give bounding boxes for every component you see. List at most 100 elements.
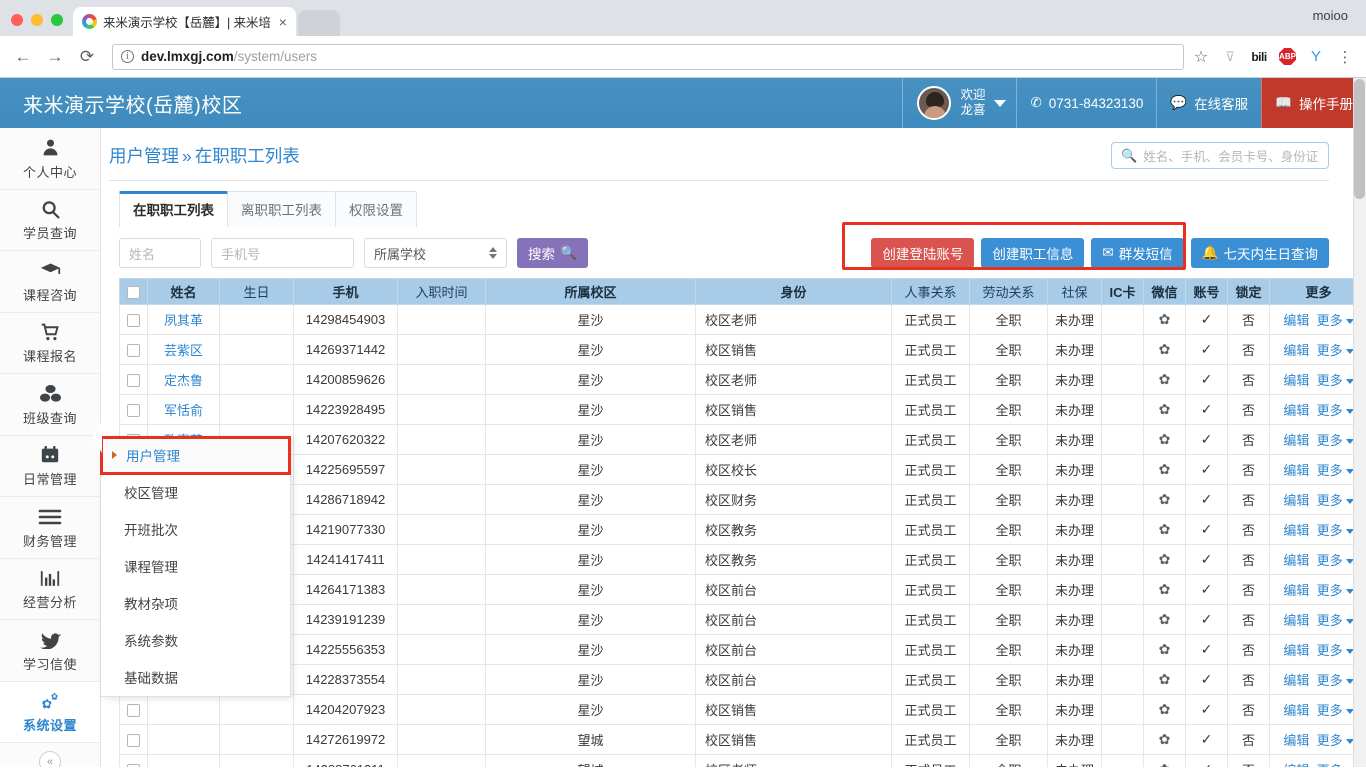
cell-name[interactable]: 军恬俞: [147, 394, 220, 425]
cell-actions[interactable]: 编辑 更多: [1269, 694, 1366, 725]
table-row[interactable]: 14288761211 望城校区老师正式员工全职未办理 ✿ ✓ 否编辑 更多: [119, 754, 1366, 767]
cell-wechat[interactable]: ✿: [1143, 334, 1186, 365]
staff-name-link[interactable]: 芸紫区: [164, 343, 203, 358]
wechat-icon[interactable]: ✿: [1159, 641, 1171, 657]
close-window-button[interactable]: [11, 14, 23, 26]
tab-close-icon[interactable]: ×: [277, 15, 289, 29]
cell-actions[interactable]: 编辑 更多: [1269, 454, 1366, 485]
back-button[interactable]: ←: [8, 42, 38, 72]
edit-link[interactable]: 编辑: [1283, 703, 1309, 718]
wechat-icon[interactable]: ✿: [1159, 401, 1171, 417]
cell-actions[interactable]: 编辑 更多: [1269, 424, 1366, 455]
more-link[interactable]: 更多: [1317, 703, 1343, 718]
table-row[interactable]: 佑华歌14286718942星沙校区财务正式员工全职未办理✿✓否编辑 更多: [119, 484, 1366, 515]
row-checkbox-cell[interactable]: [119, 754, 148, 767]
row-checkbox[interactable]: [127, 404, 140, 418]
bookmark-star-icon[interactable]: ☆: [1192, 48, 1210, 66]
reload-button[interactable]: ⟳: [72, 42, 102, 72]
cell-name[interactable]: 芸紫区: [147, 334, 220, 365]
cell-wechat[interactable]: ✿: [1143, 694, 1186, 725]
table-row[interactable]: 14239191239 星沙 校区前台 正式员工 全职 未办理 ✿ ✓ 否编辑 更多: [119, 604, 1366, 635]
wechat-icon[interactable]: ✿: [1159, 341, 1171, 357]
cell-wechat[interactable]: ✿: [1143, 424, 1186, 455]
wechat-icon[interactable]: ✿: [1159, 761, 1171, 767]
window-controls[interactable]: [0, 14, 73, 36]
edit-link[interactable]: 编辑: [1283, 433, 1309, 448]
wechat-icon[interactable]: ✿: [1159, 581, 1171, 597]
row-checkbox-cell[interactable]: [119, 724, 148, 755]
row-checkbox-cell[interactable]: [119, 364, 148, 395]
new-tab-button[interactable]: [297, 10, 340, 36]
adblock-plus-icon[interactable]: ABP: [1279, 48, 1296, 65]
col-more[interactable]: 更多: [1269, 278, 1366, 305]
collapse-sidebar-icon[interactable]: «: [39, 751, 61, 767]
more-link[interactable]: 更多: [1317, 373, 1343, 388]
cell-wechat[interactable]: ✿: [1143, 724, 1186, 755]
submenu-item-textbook-misc[interactable]: 教材杂项: [101, 585, 290, 622]
edit-link[interactable]: 编辑: [1283, 373, 1309, 388]
col-campus[interactable]: 所属校区: [485, 278, 696, 305]
table-row[interactable]: 政嘉苍14207620322星沙校区老师正式员工全职未办理✿✓否编辑 更多: [119, 424, 1366, 455]
page-scrollbar[interactable]: [1353, 78, 1366, 767]
more-link[interactable]: 更多: [1317, 523, 1343, 538]
profile-name-label[interactable]: moioo: [1313, 8, 1348, 23]
cell-actions[interactable]: 编辑 更多: [1269, 304, 1366, 335]
school-select[interactable]: 所属学校: [364, 238, 507, 268]
edit-link[interactable]: 编辑: [1283, 523, 1309, 538]
bulk-sms-button[interactable]: ✉ 群发短信: [1091, 238, 1184, 268]
chrome-menu-icon[interactable]: ⋮: [1336, 48, 1354, 66]
more-link[interactable]: 更多: [1317, 343, 1343, 358]
edit-link[interactable]: 编辑: [1283, 673, 1309, 688]
site-info-icon[interactable]: i: [121, 50, 134, 63]
table-row[interactable]: 夙其革 14298454903 星沙 校区老师 正式员工 全职 未办理 ✿ ✓ 否编辑 更多: [119, 304, 1366, 335]
sidebar-item-student-query[interactable]: 学员查询: [0, 190, 100, 251]
sidebar-item-daily-management[interactable]: 日常管理: [0, 436, 100, 497]
row-checkbox-cell[interactable]: [119, 394, 148, 425]
cell-wechat[interactable]: ✿: [1143, 754, 1186, 767]
col-name[interactable]: 姓名: [147, 278, 220, 305]
global-search-input[interactable]: 🔍 姓名、手机、会员卡号、身份证: [1111, 142, 1329, 169]
wechat-icon[interactable]: ✿: [1159, 491, 1171, 507]
more-link[interactable]: 更多: [1317, 733, 1343, 748]
cell-actions[interactable]: 编辑 更多: [1269, 514, 1366, 545]
wechat-icon[interactable]: ✿: [1159, 611, 1171, 627]
breadcrumb-parent[interactable]: 用户管理: [109, 146, 179, 166]
name-input[interactable]: 姓名: [119, 238, 201, 268]
edit-link[interactable]: 编辑: [1283, 583, 1309, 598]
more-link[interactable]: 更多: [1317, 493, 1343, 508]
cell-name[interactable]: [147, 754, 220, 767]
sidebar-item-finance-management[interactable]: 财务管理: [0, 497, 100, 559]
more-link[interactable]: 更多: [1317, 643, 1343, 658]
sidebar-item-course-consult[interactable]: 课程咨询: [0, 251, 100, 313]
scrollbar-thumb[interactable]: [1354, 79, 1365, 199]
row-checkbox-cell[interactable]: [119, 334, 148, 365]
address-bar[interactable]: i dev.lmxgj.com/system/users: [112, 43, 1184, 70]
sidebar-item-personal-center[interactable]: 个人中心: [0, 128, 100, 190]
edit-link[interactable]: 编辑: [1283, 613, 1309, 628]
submenu-item-system-parameters[interactable]: 系统参数: [101, 622, 290, 659]
select-all-header[interactable]: [119, 278, 148, 305]
more-link[interactable]: 更多: [1317, 763, 1343, 767]
cell-name[interactable]: 夙其革: [147, 304, 220, 335]
cell-wechat[interactable]: ✿: [1143, 364, 1186, 395]
tab-former-staff[interactable]: 离职职工列表: [227, 191, 336, 227]
col-hr-relation[interactable]: 人事关系: [891, 278, 970, 305]
col-locked[interactable]: 锁定: [1227, 278, 1270, 305]
create-staff-info-button[interactable]: 创建职工信息: [981, 238, 1085, 268]
submenu-item-basic-data[interactable]: 基础数据: [101, 659, 290, 696]
cell-actions[interactable]: 编辑 更多: [1269, 334, 1366, 365]
col-labor-relation[interactable]: 劳动关系: [969, 278, 1048, 305]
edit-link[interactable]: 编辑: [1283, 733, 1309, 748]
row-checkbox[interactable]: [127, 704, 140, 718]
cell-actions[interactable]: 编辑 更多: [1269, 394, 1366, 425]
submenu-item-class-batch[interactable]: 开班批次: [101, 511, 290, 548]
wechat-icon[interactable]: ✿: [1159, 431, 1171, 447]
tab-permission-settings[interactable]: 权限设置: [335, 191, 417, 227]
row-checkbox[interactable]: [127, 764, 140, 767]
cell-wechat[interactable]: ✿: [1143, 484, 1186, 515]
edit-link[interactable]: 编辑: [1283, 763, 1309, 767]
submenu-item-user-management[interactable]: 用户管理: [100, 436, 291, 475]
phone-input[interactable]: 手机号: [211, 238, 354, 268]
row-checkbox[interactable]: [127, 374, 140, 388]
more-link[interactable]: 更多: [1317, 463, 1343, 478]
